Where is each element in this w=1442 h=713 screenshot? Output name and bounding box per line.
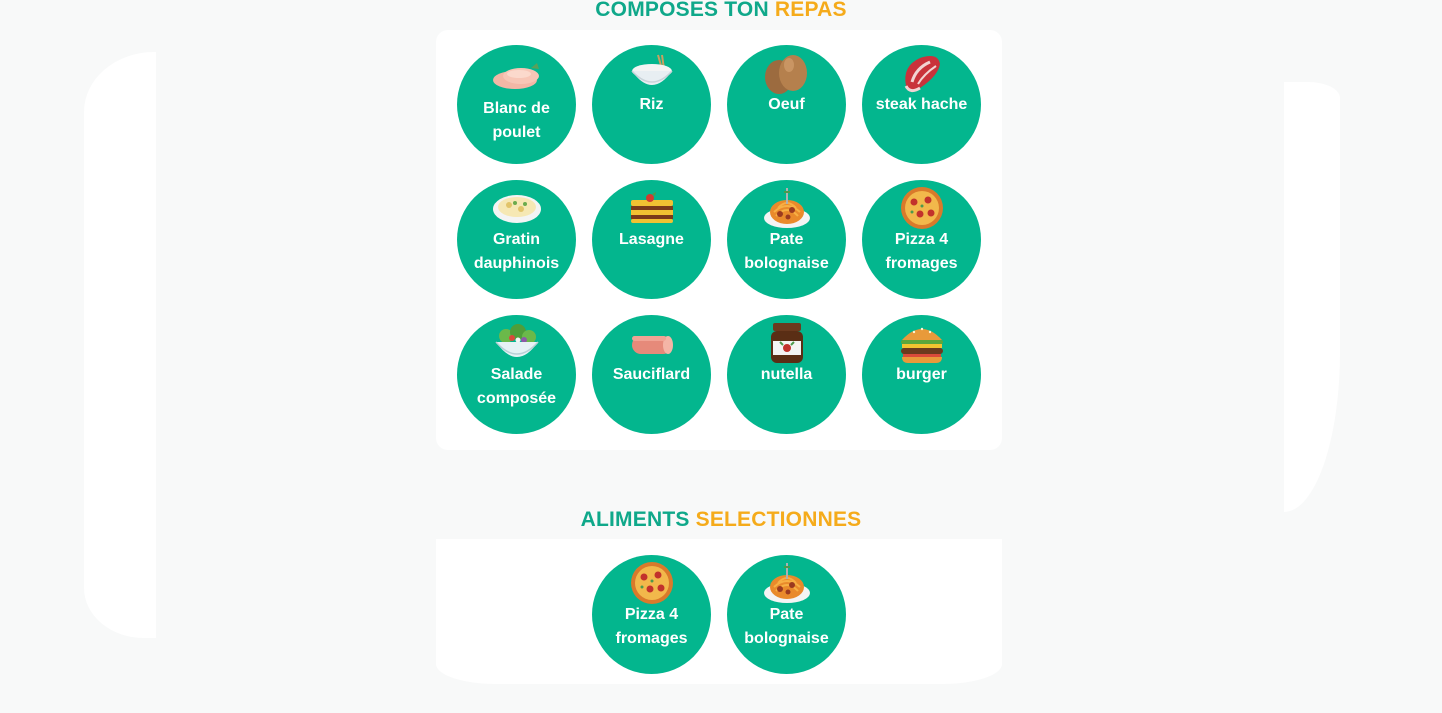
food-menu-panel: Blanc de poulet Riz Oeuf steak hache Gra… <box>436 30 1002 450</box>
food-item-salade-composee[interactable]: Salade composée <box>457 315 576 434</box>
food-item-sauciflard[interactable]: Sauciflard <box>592 315 711 434</box>
food-label: steak hache <box>875 96 968 113</box>
food-item-lasagne[interactable]: Lasagne <box>592 180 711 299</box>
food-label: Salade composée <box>476 366 557 407</box>
salad-icon <box>491 321 543 365</box>
decorative-blob-left <box>84 52 156 638</box>
steak-icon <box>896 51 948 95</box>
selected-title-part-green: ALIMENTS <box>580 508 690 531</box>
title-part-orange: REPAS <box>774 0 847 21</box>
pizza-icon <box>626 561 678 605</box>
pizza-icon <box>896 186 948 230</box>
selected-title: ALIMENTS SELECTIONNES <box>0 508 1442 532</box>
food-label: Gratin dauphinois <box>473 231 560 272</box>
selected-foods-panel: Pizza 4 fromages Pate bolognaise <box>436 539 1002 684</box>
food-label: Pate bolognaise <box>744 231 829 272</box>
food-item-steak-hache[interactable]: steak hache <box>862 45 981 164</box>
title-part-green: COMPOSES TON <box>595 0 769 21</box>
food-label: Riz <box>639 96 664 113</box>
burger-icon <box>896 321 948 365</box>
sausage-icon <box>626 321 678 365</box>
food-item-blanc-de-poulet[interactable]: Blanc de poulet <box>457 45 576 164</box>
food-grid: Blanc de poulet Riz Oeuf steak hache Gra… <box>457 45 981 434</box>
food-item-burger[interactable]: burger <box>862 315 981 434</box>
food-item-riz[interactable]: Riz <box>592 45 711 164</box>
food-label: nutella <box>760 366 813 383</box>
nutella-jar-icon <box>761 321 813 365</box>
food-label: Pizza 4 fromages <box>885 231 958 272</box>
selected-foods-list: Pizza 4 fromages Pate bolognaise <box>592 555 846 674</box>
food-label: Oeuf <box>768 96 805 113</box>
food-item-pate-bolognaise[interactable]: Pate bolognaise <box>727 180 846 299</box>
food-label: burger <box>896 366 947 383</box>
food-label: Pate bolognaise <box>744 606 829 647</box>
food-label: Blanc de poulet <box>483 100 550 141</box>
food-item-nutella[interactable]: nutella <box>727 315 846 434</box>
selected-item-pate-bolognaise[interactable]: Pate bolognaise <box>727 555 846 674</box>
chicken-breast-icon <box>491 55 543 99</box>
food-item-pizza-4-fromages[interactable]: Pizza 4 fromages <box>862 180 981 299</box>
gratin-icon <box>491 186 543 230</box>
rice-bowl-icon <box>626 51 678 95</box>
food-item-oeuf[interactable]: Oeuf <box>727 45 846 164</box>
page: COMPOSES TON REPAS Blanc de poulet Riz O… <box>0 0 1442 713</box>
lasagna-icon <box>626 186 678 230</box>
selected-item-pizza-4-fromages[interactable]: Pizza 4 fromages <box>592 555 711 674</box>
food-label: Sauciflard <box>612 366 691 383</box>
decorative-blob-right <box>1284 82 1340 512</box>
food-label: Pizza 4 fromages <box>615 606 688 647</box>
spaghetti-icon <box>761 186 813 230</box>
spaghetti-icon <box>761 561 813 605</box>
food-item-gratin-dauphinois[interactable]: Gratin dauphinois <box>457 180 576 299</box>
page-title: COMPOSES TON REPAS <box>0 0 1442 22</box>
selected-title-part-orange: SELECTIONNES <box>695 508 862 531</box>
eggs-icon <box>761 51 813 95</box>
food-label: Lasagne <box>619 231 684 248</box>
